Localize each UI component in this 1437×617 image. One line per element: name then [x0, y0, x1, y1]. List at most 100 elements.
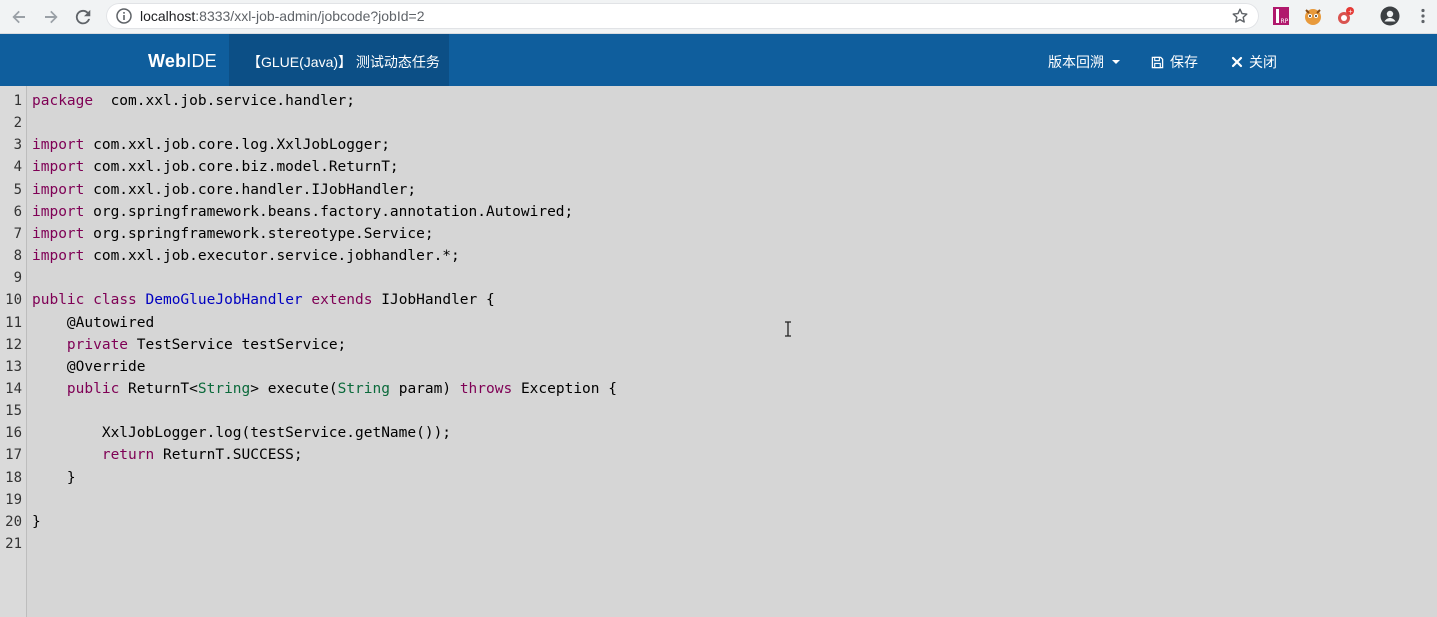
code-line[interactable]: 1 package com.xxl.job.service.handler;: [0, 90, 1437, 112]
code-line[interactable]: 15: [0, 400, 1437, 422]
code-line[interactable]: 13 @Override: [0, 356, 1437, 378]
code-token: ReturnT.SUCCESS;: [154, 447, 303, 464]
code-token: import: [32, 181, 85, 198]
ide-header: WebIDE 【GLUE(Java)】 测试动态任务 版本回溯 保存 关闭: [0, 34, 1437, 86]
code-line[interactable]: 17 return ReturnT.SUCCESS;: [0, 444, 1437, 466]
text-cursor-icon: [785, 321, 791, 337]
code-text: import org.springframework.beans.factory…: [32, 201, 573, 223]
task-title-tab[interactable]: 【GLUE(Java)】 测试动态任务: [229, 34, 449, 86]
code-line[interactable]: 10 public class DemoGlueJobHandler extend…: [0, 289, 1437, 311]
task-title: 【GLUE(Java)】 测试动态任务: [247, 54, 440, 70]
code-line[interactable]: 7 import org.springframework.stereotype.S…: [0, 223, 1437, 245]
code-token: DemoGlueJobHandler: [145, 292, 303, 309]
close-button[interactable]: 关闭: [1231, 52, 1277, 72]
url-text: localhost:8333/xxl-job-admin/jobcode?job…: [140, 8, 425, 24]
code-line[interactable]: 19: [0, 489, 1437, 511]
line-number: 11: [5, 314, 22, 331]
save-button[interactable]: 保存: [1151, 52, 1198, 72]
code-line[interactable]: 9: [0, 267, 1437, 289]
address-bar[interactable]: localhost:8333/xxl-job-admin/jobcode?job…: [106, 3, 1259, 29]
code-token: IJobHandler {: [372, 292, 495, 309]
line-number: 21: [5, 536, 22, 552]
code-token: com.xxl.job.core.log.XxlJobLogger;: [84, 137, 390, 154]
code-text: @Override: [32, 356, 146, 378]
code-text: import com.xxl.job.core.handler.IJobHand…: [32, 179, 416, 201]
code-line[interactable]: 8 import com.xxl.job.executor.service.job…: [0, 245, 1437, 267]
code-token: > execute(: [250, 380, 338, 397]
line-number: 7: [13, 225, 22, 242]
ext-bug-icon[interactable]: +: [1335, 6, 1355, 26]
info-icon[interactable]: [116, 8, 132, 24]
line-number: 5: [13, 181, 22, 198]
code-token: class: [93, 292, 137, 309]
code-line[interactable]: 3 import com.xxl.job.core.log.XxlJobLogge…: [0, 134, 1437, 156]
code-text: import com.xxl.job.core.biz.model.Return…: [32, 156, 399, 178]
line-number: 20: [5, 513, 22, 530]
browser-menu-icon[interactable]: [1413, 6, 1433, 26]
code-token: public: [32, 292, 85, 309]
code-line[interactable]: 6 import org.springframework.beans.factor…: [0, 201, 1437, 223]
code-token: @Autowired: [32, 314, 155, 331]
code-token: private: [66, 336, 129, 353]
back-arrow-icon[interactable]: [8, 6, 30, 28]
code-text: }: [32, 511, 41, 533]
line-number: 6: [13, 203, 22, 220]
version-history-dropdown[interactable]: 版本回溯: [1048, 52, 1120, 72]
reload-icon[interactable]: [72, 6, 94, 28]
save-icon: [1151, 56, 1164, 68]
code-token: org.springframework.stereotype.Service;: [84, 225, 434, 242]
code-line[interactable]: 5 import com.xxl.job.core.handler.IJobHan…: [0, 179, 1437, 201]
code-token: com.xxl.job.core.biz.model.ReturnT;: [84, 159, 399, 176]
line-number: 10: [5, 292, 22, 309]
code-token: import: [32, 203, 85, 220]
code-line[interactable]: 14 public ReturnT<String> execute(String…: [0, 378, 1437, 400]
browser-toolbar: localhost:8333/xxl-job-admin/jobcode?job…: [0, 0, 1437, 34]
line-number: 8: [13, 248, 22, 265]
code-line[interactable]: 18 }: [0, 467, 1437, 489]
code-line[interactable]: 16 XxlJobLogger.log(testService.getName(…: [0, 422, 1437, 444]
code-token: String: [197, 380, 251, 397]
code-token: public: [66, 380, 120, 397]
code-token: package: [32, 93, 94, 109]
rp-icon[interactable]: RP: [1271, 6, 1291, 26]
caret-down-icon: [1112, 60, 1120, 64]
tampermonkey-icon[interactable]: [1303, 6, 1323, 26]
bookmark-star-icon[interactable]: [1232, 8, 1248, 24]
code-line[interactable]: 4 import com.xxl.job.core.biz.model.Retur…: [0, 156, 1437, 178]
code-token: Exception {: [512, 380, 617, 397]
code-token: }: [32, 513, 41, 530]
code-token: }: [32, 469, 76, 486]
line-number: 3: [13, 137, 22, 154]
code-text: XxlJobLogger.log(testService.getName());: [32, 422, 451, 444]
code-line[interactable]: 2: [0, 112, 1437, 134]
code-token: import: [32, 137, 85, 154]
code-text: @Autowired: [32, 312, 154, 334]
forward-arrow-icon[interactable]: [40, 6, 62, 28]
code-line[interactable]: 21: [0, 533, 1437, 555]
line-number: 14: [5, 380, 22, 397]
code-text: }: [32, 467, 76, 489]
code-token: com.xxl.job.service.handler;: [93, 93, 356, 109]
code-token: com.xxl.job.executor.service.jobhandler.…: [84, 248, 460, 265]
code-editor[interactable]: 1 package com.xxl.job.service.handler; 2 3 i…: [0, 86, 1437, 617]
code-line[interactable]: 20}: [0, 511, 1437, 533]
code-line[interactable]: 12 private TestService testService;: [0, 334, 1437, 356]
code-token: import: [32, 225, 85, 242]
code-text: package com.xxl.job.service.handler;: [32, 90, 355, 112]
code-text: public class DemoGlueJobHandler extends …: [32, 289, 495, 311]
code-token: extends: [311, 292, 373, 309]
line-number: 15: [5, 403, 22, 420]
code-token: com.xxl.job.core.handler.IJobHandler;: [84, 181, 417, 198]
line-number: 2: [13, 115, 22, 132]
line-number: 1: [13, 93, 22, 109]
code-line[interactable]: 11 @Autowired: [0, 312, 1437, 334]
line-number: 4: [13, 159, 22, 176]
profile-avatar-icon[interactable]: [1380, 6, 1400, 26]
code-token: throws: [459, 380, 513, 397]
brand-logo[interactable]: WebIDE: [148, 51, 217, 72]
code-text: import org.springframework.stereotype.Se…: [32, 223, 434, 245]
code-text: return ReturnT.SUCCESS;: [32, 444, 303, 466]
